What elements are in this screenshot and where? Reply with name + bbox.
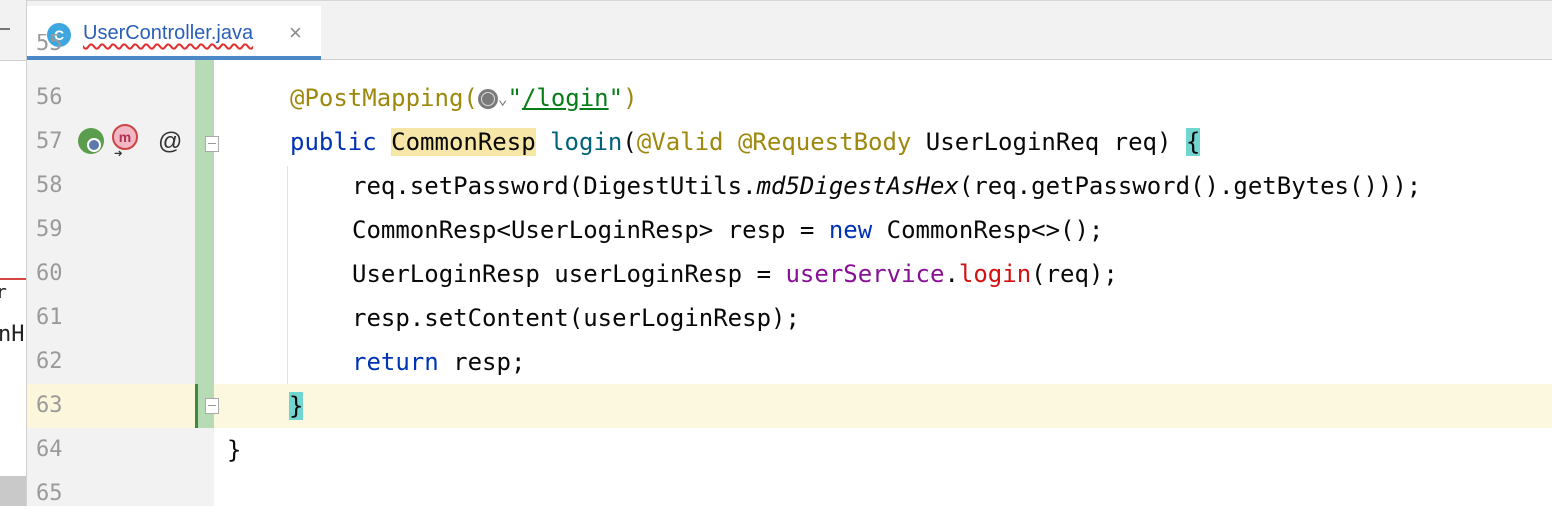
code-text: UserLoginResp userLoginResp = [352, 260, 786, 288]
tab-title[interactable]: UserController.java [83, 22, 253, 45]
line-number: 56 [36, 85, 63, 110]
indent-guide [287, 166, 288, 384]
line-number: 58 [36, 173, 63, 198]
line-number: 60 [36, 261, 63, 286]
line-number: 64 [36, 437, 63, 462]
current-line-highlight [214, 384, 1552, 428]
annotation-icon[interactable]: @ [158, 128, 182, 156]
annotation-close: ) [623, 84, 638, 112]
method-name: login [550, 128, 623, 156]
string: " [507, 84, 522, 112]
line-number: 57 [36, 129, 63, 154]
scrollbar-thumb[interactable] [0, 476, 26, 506]
line-number: 59 [36, 217, 63, 242]
code-line-61[interactable]: resp.setContent(userLoginResp); [352, 296, 800, 340]
url-link[interactable]: /login [522, 84, 609, 112]
code-line-62[interactable]: return resp; [352, 340, 525, 384]
error-underline [0, 278, 26, 280]
collapse-icon[interactable] [0, 28, 10, 30]
line-number: 61 [36, 305, 63, 330]
panel-toolbar [0, 0, 26, 61]
project-panel-edge: r nH [0, 0, 27, 506]
field: userService [785, 260, 945, 288]
line-number: 62 [36, 349, 63, 374]
static-method: md5DigestAsHex [756, 172, 959, 200]
matched-brace: } [289, 392, 304, 420]
type-highlight: CommonResp [391, 128, 536, 156]
line-number: 55 [36, 34, 76, 60]
code-text: . [944, 260, 959, 288]
line-number: 63 [36, 393, 63, 418]
code-line-58[interactable]: req.setPassword(DigestUtils.md5DigestAsH… [352, 164, 1421, 208]
paren: ( [622, 128, 637, 156]
truncated-text: r [0, 282, 7, 303]
code-text: CommonResp<>(); [872, 216, 1104, 244]
class-brace: } [227, 436, 242, 464]
method-call: login [958, 260, 1032, 288]
code-line-59[interactable]: CommonResp<UserLoginResp> resp = new Com… [352, 208, 1103, 252]
editor-tab-bar: C UserController.java × [27, 0, 1552, 60]
code-text: CommonResp<UserLoginResp> resp = [352, 216, 829, 244]
annotation: @RequestBody [737, 128, 912, 156]
spring-endpoint-icon[interactable] [78, 128, 104, 154]
fold-icon[interactable] [205, 136, 219, 152]
code-line-64[interactable]: } [227, 428, 241, 472]
close-icon[interactable]: × [289, 20, 302, 46]
vcs-change-marker[interactable] [195, 60, 214, 428]
line-number-text: 55 [36, 34, 63, 56]
truncated-text: nH [0, 322, 25, 347]
matched-brace: { [1185, 128, 1201, 156]
code-line-57[interactable]: public CommonResp login(@Valid @RequestB… [290, 120, 1201, 164]
code-text: resp.setContent(userLoginResp); [352, 304, 800, 332]
code-text: (req); [1031, 260, 1118, 288]
code-text: resp; [438, 348, 526, 376]
code-line-56[interactable]: @PostMapping(⌄"/login") [290, 76, 638, 120]
fold-icon[interactable] [205, 398, 219, 414]
annotation: @PostMapping( [290, 84, 478, 112]
keyword: public [290, 128, 377, 156]
code-text: req.setPassword(DigestUtils. [352, 172, 757, 200]
code-line-60[interactable]: UserLoginResp userLoginResp = userServic… [352, 252, 1118, 296]
keyword: return [352, 348, 439, 376]
vcs-change-marker-active [195, 384, 198, 428]
annotation: @Valid [636, 128, 724, 156]
keyword: new [828, 216, 873, 244]
globe-icon[interactable] [477, 89, 498, 109]
code-line-63[interactable]: } [289, 384, 304, 428]
code-text: (req.getPassword().getBytes())); [958, 172, 1422, 200]
line-number: 65 [36, 481, 63, 506]
string: " [608, 84, 624, 112]
navigate-arrow-icon: ➜ [114, 146, 123, 162]
params: UserLoginReq req) [911, 128, 1186, 156]
